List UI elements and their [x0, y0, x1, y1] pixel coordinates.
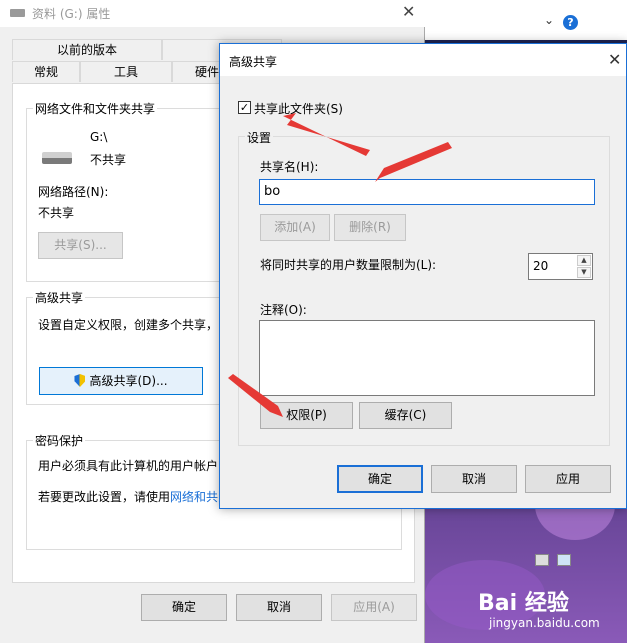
advanced-sharing-dialog: 高级共享 ✕ ✓ 共享此文件夹(S) 设置 共享名(H): bo 添加(A) 删… [219, 43, 627, 509]
network-path-label: 网络路径(N): [38, 185, 109, 199]
large-icons-view-icon[interactable] [557, 554, 571, 566]
drive-name: G:\ [90, 130, 108, 144]
tab-tools[interactable]: 工具 [80, 61, 172, 82]
properties-apply-button[interactable]: 应用(A) [331, 594, 417, 621]
settings-group-label: 设置 [245, 129, 274, 146]
help-icon[interactable]: ? [563, 15, 578, 30]
dialog-title: 高级共享 [229, 55, 278, 69]
explorer-top-bar: ⌄ ? [425, 0, 627, 40]
dialog-apply-button[interactable]: 应用 [525, 465, 611, 493]
dialog-cancel-button[interactable]: 取消 [431, 465, 517, 493]
share-name-label: 共享名(H): [260, 160, 319, 174]
remove-share-button[interactable]: 删除(R) [334, 214, 406, 241]
properties-ok-button[interactable]: 确定 [141, 594, 227, 621]
properties-title-bar: 资料 (G:) 属性 ✕ [0, 0, 425, 27]
share-folder-checkbox[interactable]: ✓ [238, 101, 251, 114]
baidu-watermark: Bai 经验 [478, 591, 569, 616]
spinner-up-icon[interactable]: ▲ [577, 255, 591, 266]
network-sharing-group-label: 网络文件和文件夹共享 [33, 100, 158, 117]
add-share-button[interactable]: 添加(A) [260, 214, 330, 241]
user-limit-label: 将同时共享的用户数量限制为(L): [260, 258, 437, 272]
advanced-sharing-button-label: 高级共享(D)... [89, 374, 168, 388]
password-change-prefix: 若要更改此设置，请使用 [38, 490, 171, 504]
tab-general[interactable]: 常规 [12, 61, 80, 82]
user-limit-spinner[interactable]: 20 ▲ ▼ [528, 253, 593, 280]
close-icon[interactable]: ✕ [402, 2, 415, 21]
drive-icon [42, 152, 72, 166]
dialog-ok-button[interactable]: 确定 [337, 465, 423, 493]
spinner-down-icon[interactable]: ▼ [577, 267, 591, 278]
permissions-button[interactable]: 权限(P) [260, 402, 353, 429]
password-protection-group-label: 密码保护 [33, 432, 86, 449]
details-view-icon[interactable] [535, 554, 549, 566]
uac-shield-icon [74, 374, 86, 387]
advanced-sharing-button[interactable]: 高级共享(D)... [39, 367, 203, 395]
chevron-down-icon[interactable]: ⌄ [544, 13, 554, 27]
tab-previous-versions[interactable]: 以前的版本 [12, 39, 162, 60]
dialog-title-bar: 高级共享 ✕ [220, 44, 626, 76]
network-path-value: 不共享 [38, 206, 75, 220]
share-folder-checkbox-label[interactable]: 共享此文件夹(S) [254, 100, 343, 117]
advanced-sharing-description: 设置自定义权限，创建多个共享， [38, 318, 219, 332]
advanced-sharing-group-label: 高级共享 [33, 289, 86, 306]
comment-textarea[interactable] [259, 320, 595, 396]
properties-window-title: 资料 (G:) 属性 [32, 7, 111, 21]
user-limit-value[interactable]: 20 [533, 259, 548, 273]
view-mode-icons [535, 554, 575, 568]
password-protection-text: 用户必须具有此计算机的用户帐户 [38, 459, 219, 473]
close-icon[interactable]: ✕ [608, 50, 621, 69]
share-status: 不共享 [90, 153, 127, 167]
password-protection-change-text: 若要更改此设置，请使用网络和共 [38, 488, 218, 505]
spinner-arrows: ▲ ▼ [577, 255, 591, 279]
properties-cancel-button[interactable]: 取消 [236, 594, 322, 621]
share-name-input[interactable]: bo [259, 179, 595, 205]
drive-icon [10, 9, 25, 17]
comment-label: 注释(O): [260, 303, 307, 317]
baidu-watermark-url: jingyan.baidu.com [489, 616, 600, 630]
share-button[interactable]: 共享(S)... [38, 232, 123, 259]
network-sharing-center-link[interactable]: 网络和共 [170, 490, 218, 504]
caching-button[interactable]: 缓存(C) [359, 402, 452, 429]
